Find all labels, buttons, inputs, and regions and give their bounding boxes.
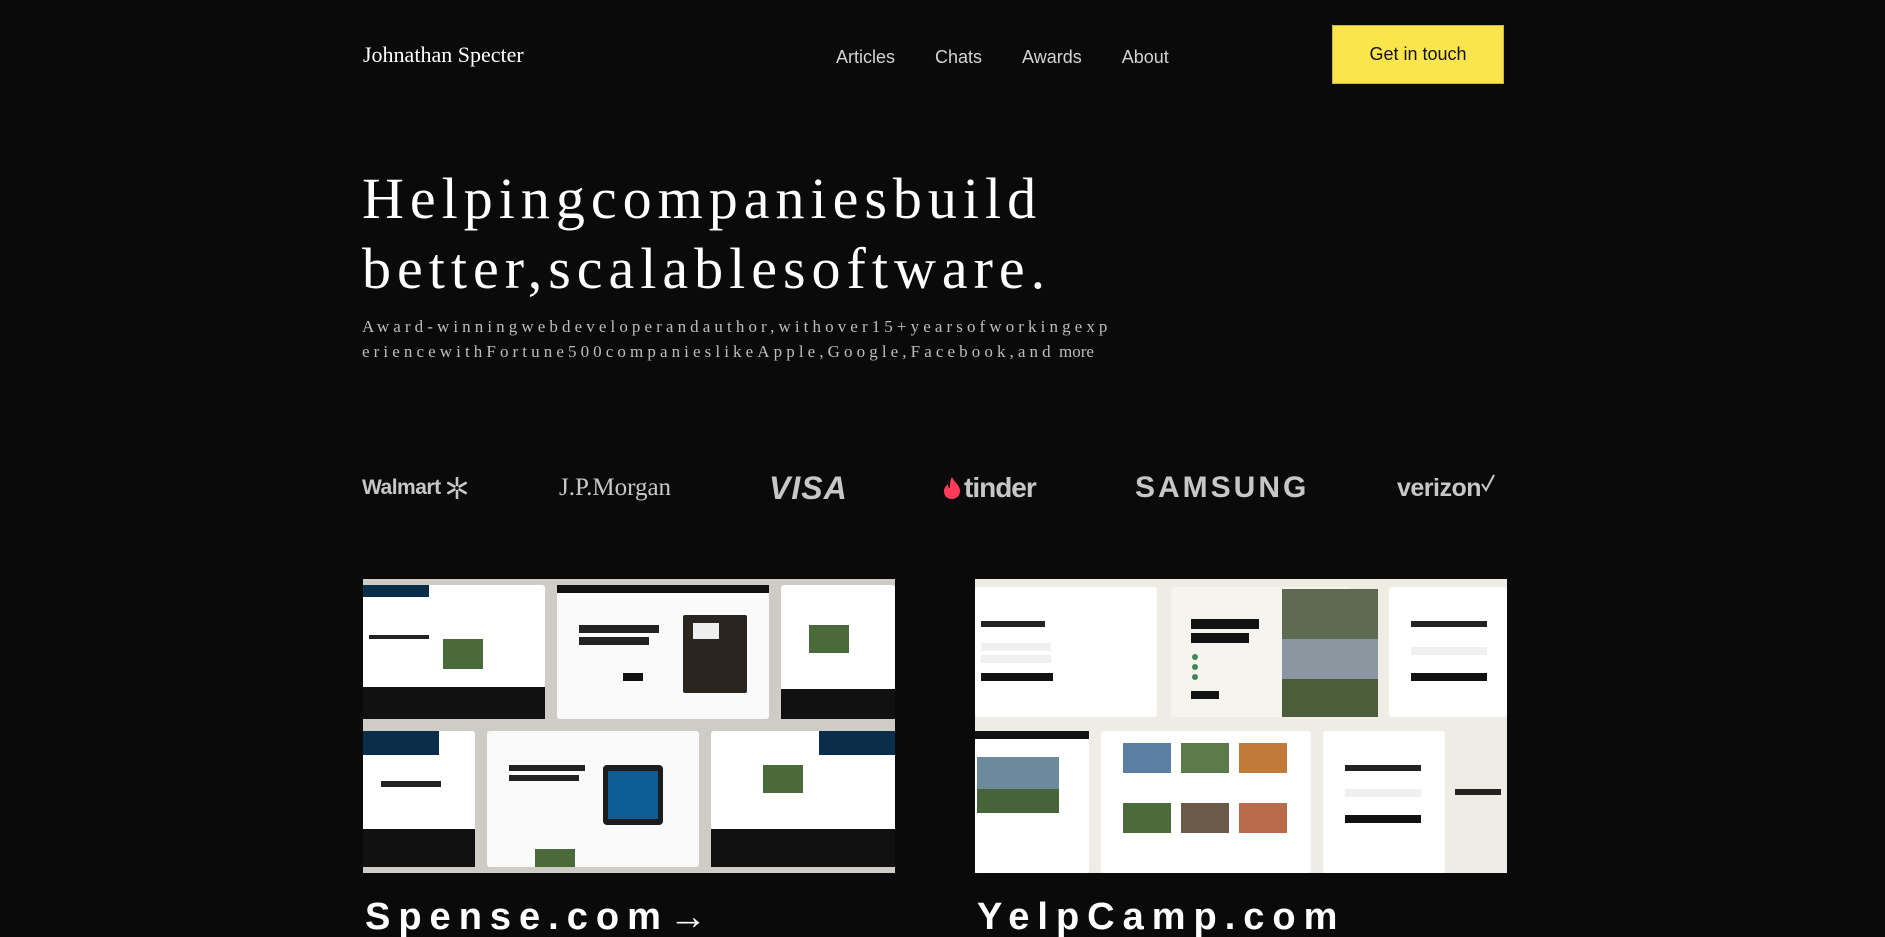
jpmorgan-logo: J.P.Morgan bbox=[559, 474, 672, 501]
walmart-logo: Walmart bbox=[362, 466, 468, 510]
hero-title-line-1: Helpingcompaniesbuild bbox=[362, 166, 1043, 231]
hero-subtitle: Award-winningwebdeveloperandauthor,witho… bbox=[362, 314, 1122, 364]
nav-link-awards[interactable]: Awards bbox=[1022, 47, 1082, 68]
project-title-spense[interactable]: Spense.com→ bbox=[365, 896, 715, 937]
spense-collage bbox=[363, 579, 895, 873]
tinder-logo: tinder bbox=[942, 466, 1037, 510]
nav-link-articles[interactable]: Articles bbox=[836, 47, 895, 68]
walmart-logo-text: Walmart bbox=[362, 476, 441, 499]
tinder-logo-text: tinder bbox=[964, 472, 1037, 503]
hero-subtitle-main: Award-winningwebdeveloperandauthor,witho… bbox=[362, 317, 1112, 361]
nav-link-about[interactable]: About bbox=[1122, 47, 1169, 68]
tinder-flame-icon bbox=[944, 477, 960, 499]
site-brand[interactable]: Johnathan Specter bbox=[363, 42, 524, 68]
get-in-touch-button[interactable]: Get in touch bbox=[1332, 25, 1504, 84]
project-card-spense[interactable]: Spense.com→ bbox=[363, 579, 895, 937]
client-logos: Walmart J.P.Morgan VISA tinder SAMSUNG v… bbox=[362, 466, 1507, 510]
verizon-check-icon bbox=[1481, 474, 1495, 492]
visa-logo: VISA bbox=[769, 469, 848, 506]
project-card-yelpcamp[interactable]: YelpCamp.com bbox=[975, 579, 1507, 937]
project-title-yelpcamp[interactable]: YelpCamp.com bbox=[977, 896, 1345, 937]
samsung-logo: SAMSUNG bbox=[1135, 471, 1310, 504]
hero-title-line-2: better,scalablesoftware. bbox=[362, 236, 1052, 301]
yelpcamp-collage bbox=[975, 579, 1507, 873]
verizon-logo: verizon bbox=[1397, 466, 1495, 510]
nav-link-chats[interactable]: Chats bbox=[935, 47, 982, 68]
spense-preview-image[interactable] bbox=[363, 579, 895, 873]
verizon-logo-text: verizon bbox=[1397, 473, 1482, 502]
yelpcamp-preview-image[interactable] bbox=[975, 579, 1507, 873]
hero-title: Helpingcompaniesbuild better,scalablesof… bbox=[362, 164, 1122, 304]
hero-subtitle-tail: more bbox=[1054, 342, 1094, 361]
walmart-spark-icon bbox=[446, 477, 467, 499]
main-nav: Articles Chats Awards About bbox=[836, 47, 1209, 68]
page: Johnathan Specter Articles Chats Awards … bbox=[0, 0, 1885, 937]
